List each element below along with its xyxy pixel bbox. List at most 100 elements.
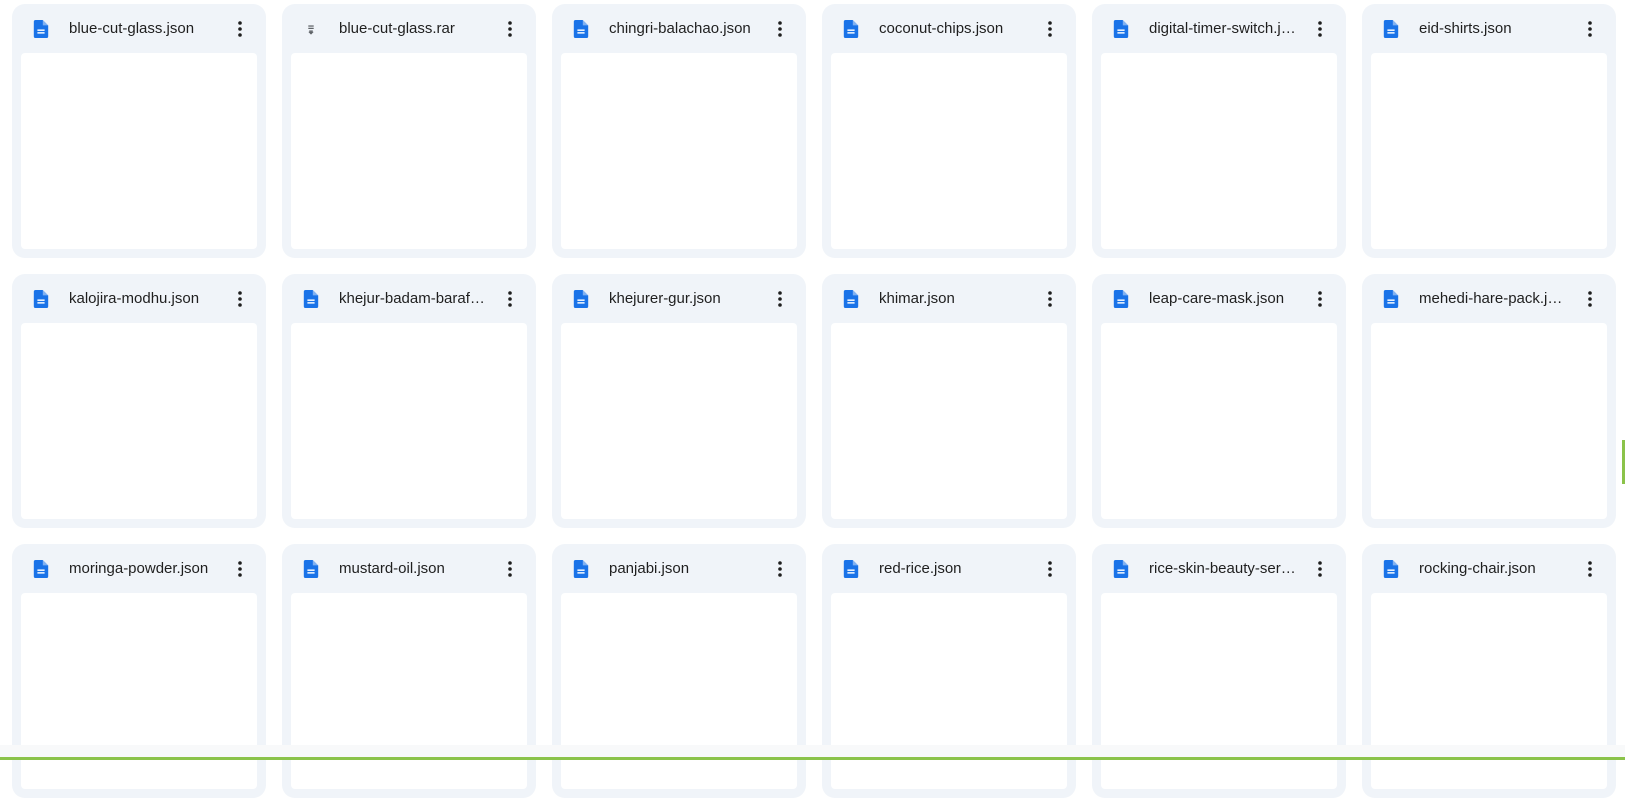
file-card[interactable]: leap-care-mask.json	[1092, 274, 1346, 528]
more-options-button[interactable]	[1304, 283, 1336, 315]
more-vert-icon	[778, 291, 782, 307]
file-name: khejurer-gur.json	[609, 290, 721, 307]
more-options-button[interactable]	[224, 283, 256, 315]
more-vert-icon	[1318, 291, 1322, 307]
more-vert-icon	[1318, 561, 1322, 577]
more-vert-icon	[238, 561, 242, 577]
more-options-button[interactable]	[1574, 13, 1606, 45]
file-card[interactable]: khimar.json	[822, 274, 1076, 528]
file-name: mehedi-hare-pack.json	[1419, 290, 1567, 307]
file-card-header: mustard-oil.json	[282, 544, 536, 594]
file-thumbnail[interactable]	[831, 53, 1067, 249]
doc-icon	[573, 560, 589, 578]
more-options-button[interactable]	[224, 553, 256, 585]
doc-icon	[1113, 560, 1129, 578]
doc-icon	[843, 560, 859, 578]
doc-icon	[573, 20, 589, 38]
file-name: blue-cut-glass.json	[69, 20, 195, 37]
file-card[interactable]: chingri-balachao.json	[552, 4, 806, 258]
more-options-button[interactable]	[764, 553, 796, 585]
more-options-button[interactable]	[494, 553, 526, 585]
file-card[interactable]: digital-timer-switch.json	[1092, 4, 1346, 258]
file-name: khimar.json	[879, 290, 955, 307]
file-card-header: panjabi.json	[552, 544, 806, 594]
more-vert-icon	[778, 561, 782, 577]
more-vert-icon	[508, 561, 512, 577]
more-vert-icon	[508, 291, 512, 307]
file-card[interactable]: mehedi-hare-pack.json	[1362, 274, 1616, 528]
more-options-button[interactable]	[764, 13, 796, 45]
file-name: mustard-oil.json	[339, 560, 445, 577]
doc-icon	[1383, 20, 1399, 38]
doc-icon	[1113, 290, 1129, 308]
file-card[interactable]: khejur-badam-barafi.json	[282, 274, 536, 528]
file-card-header: rocking-chair.json	[1362, 544, 1616, 594]
file-card[interactable]: blue-cut-glass.rar	[282, 4, 536, 258]
file-name: digital-timer-switch.json	[1149, 20, 1297, 37]
file-card-header: blue-cut-glass.json	[12, 4, 266, 54]
more-options-button[interactable]	[1574, 283, 1606, 315]
file-name: moringa-powder.json	[69, 560, 209, 577]
more-options-button[interactable]	[494, 283, 526, 315]
file-card-header: mehedi-hare-pack.json	[1362, 274, 1616, 324]
file-name: coconut-chips.json	[879, 20, 1004, 37]
file-name: rice-skin-beauty-serum.json	[1149, 560, 1297, 577]
more-options-button[interactable]	[224, 13, 256, 45]
file-thumbnail[interactable]	[291, 53, 527, 249]
doc-icon	[843, 20, 859, 38]
file-card[interactable]: kalojira-modhu.json	[12, 274, 266, 528]
more-options-button[interactable]	[1034, 13, 1066, 45]
file-thumbnail[interactable]	[1371, 323, 1607, 519]
file-thumbnail[interactable]	[1101, 53, 1337, 249]
more-vert-icon	[1318, 21, 1322, 37]
file-card-header: eid-shirts.json	[1362, 4, 1616, 54]
file-thumbnail[interactable]	[561, 53, 797, 249]
file-card-header: leap-care-mask.json	[1092, 274, 1346, 324]
doc-icon	[843, 290, 859, 308]
file-name: blue-cut-glass.rar	[339, 20, 455, 37]
more-vert-icon	[238, 21, 242, 37]
file-card[interactable]: eid-shirts.json	[1362, 4, 1616, 258]
more-vert-icon	[1588, 291, 1592, 307]
more-options-button[interactable]	[1304, 553, 1336, 585]
file-thumbnail[interactable]	[21, 323, 257, 519]
file-name: kalojira-modhu.json	[69, 290, 200, 307]
doc-icon	[33, 20, 49, 38]
doc-icon	[303, 560, 319, 578]
file-card-header: kalojira-modhu.json	[12, 274, 266, 324]
archive-icon	[303, 20, 319, 38]
more-options-button[interactable]	[764, 283, 796, 315]
doc-icon	[303, 290, 319, 308]
file-grid: blue-cut-glass.json blue-cut-glass.rar chi…	[12, 4, 1616, 798]
file-name: chingri-balachao.json	[609, 20, 751, 37]
more-vert-icon	[778, 21, 782, 37]
file-thumbnail[interactable]	[291, 323, 527, 519]
file-card[interactable]: khejurer-gur.json	[552, 274, 806, 528]
file-name: rocking-chair.json	[1419, 560, 1536, 577]
file-thumbnail[interactable]	[21, 53, 257, 249]
more-vert-icon	[1048, 561, 1052, 577]
file-thumbnail[interactable]	[831, 323, 1067, 519]
file-name: red-rice.json	[879, 560, 962, 577]
more-vert-icon	[1588, 21, 1592, 37]
file-thumbnail[interactable]	[1101, 323, 1337, 519]
file-card-header: khejurer-gur.json	[552, 274, 806, 324]
file-thumbnail[interactable]	[561, 323, 797, 519]
more-options-button[interactable]	[1304, 13, 1336, 45]
file-thumbnail[interactable]	[1371, 53, 1607, 249]
more-options-button[interactable]	[1034, 283, 1066, 315]
file-card[interactable]: coconut-chips.json	[822, 4, 1076, 258]
more-options-button[interactable]	[494, 13, 526, 45]
more-vert-icon	[1588, 561, 1592, 577]
more-options-button[interactable]	[1574, 553, 1606, 585]
file-card-header: chingri-balachao.json	[552, 4, 806, 54]
more-options-button[interactable]	[1034, 553, 1066, 585]
more-vert-icon	[1048, 21, 1052, 37]
file-card-header: rice-skin-beauty-serum.json	[1092, 544, 1346, 594]
file-card[interactable]: blue-cut-glass.json	[12, 4, 266, 258]
file-card-header: khejur-badam-barafi.json	[282, 274, 536, 324]
doc-icon	[1113, 20, 1129, 38]
more-vert-icon	[238, 291, 242, 307]
file-card-header: khimar.json	[822, 274, 1076, 324]
file-card-header: digital-timer-switch.json	[1092, 4, 1346, 54]
